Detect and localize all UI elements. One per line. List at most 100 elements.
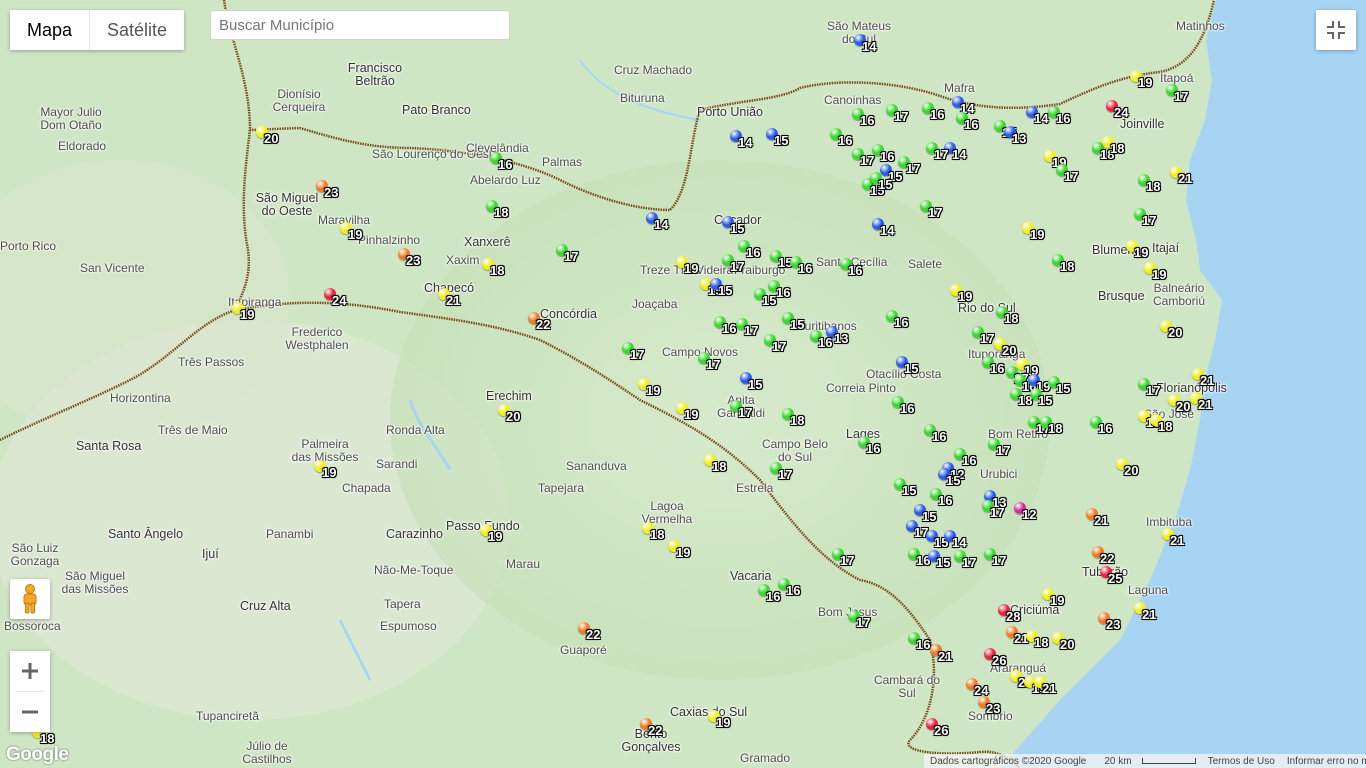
station-marker[interactable]: 16 [886, 310, 916, 340]
station-marker[interactable]: 17 [988, 438, 1018, 468]
station-marker[interactable]: 17 [832, 548, 862, 578]
station-marker[interactable]: 17 [1056, 164, 1086, 194]
station-marker[interactable]: 19 [1130, 70, 1160, 100]
station-marker[interactable]: 16 [1090, 416, 1120, 446]
station-marker[interactable]: 24 [324, 288, 354, 318]
station-marker[interactable]: 14 [872, 218, 902, 248]
station-marker[interactable]: 19 [1022, 222, 1052, 252]
station-marker[interactable]: 17 [764, 334, 794, 364]
station-marker[interactable]: 15 [754, 288, 784, 318]
station-marker[interactable]: 18 [1052, 254, 1082, 284]
station-marker[interactable]: 16 [840, 258, 870, 288]
station-marker[interactable]: 16 [490, 152, 520, 182]
station-marker[interactable]: 17 [926, 142, 956, 172]
station-marker[interactable]: 15 [870, 172, 900, 202]
station-marker[interactable]: 17 [984, 548, 1014, 578]
station-marker[interactable]: 15 [710, 278, 740, 308]
station-marker[interactable]: 18 [1150, 414, 1180, 444]
station-marker[interactable]: 21 [1134, 602, 1164, 632]
station-marker[interactable]: 17 [736, 318, 766, 348]
station-marker[interactable]: 17 [982, 500, 1012, 530]
station-marker[interactable]: 19 [232, 302, 262, 332]
station-marker[interactable]: 26 [926, 718, 956, 748]
station-marker[interactable]: 16 [956, 112, 986, 142]
station-marker[interactable]: 16 [892, 396, 922, 426]
station-marker[interactable]: 13 [1004, 126, 1034, 156]
map-canvas[interactable]: Francisco Beltrão Pato Branco Cruz Machado… [0, 0, 1366, 768]
station-marker[interactable]: 23 [1098, 612, 1128, 642]
fullscreen-button[interactable] [1316, 10, 1356, 50]
station-marker[interactable]: 17 [1134, 208, 1164, 238]
station-marker[interactable]: 17 [848, 610, 878, 640]
station-marker[interactable]: 21 [438, 288, 468, 318]
google-logo[interactable]: Google [6, 744, 69, 766]
map-type-map-button[interactable]: Mapa [10, 10, 90, 50]
station-marker[interactable]: 19 [638, 378, 668, 408]
station-marker[interactable]: 16 [924, 424, 954, 454]
station-marker[interactable]: 21 [930, 644, 960, 674]
station-marker[interactable]: 21 [1190, 392, 1220, 422]
station-marker[interactable]: 15 [740, 372, 770, 402]
station-marker[interactable]: 14 [854, 34, 884, 64]
station-marker[interactable]: 12 [1014, 502, 1044, 532]
station-marker[interactable]: 17 [770, 462, 800, 492]
station-marker[interactable]: 20 [1116, 458, 1146, 488]
station-marker[interactable]: 16 [858, 436, 888, 466]
map-type-satellite-button[interactable]: Satélite [90, 10, 185, 50]
station-marker[interactable]: 17 [622, 342, 652, 372]
station-marker[interactable]: 19 [950, 284, 980, 314]
station-marker[interactable]: 20 [1160, 320, 1190, 350]
report-error-link[interactable]: Informar erro no mapa [1281, 756, 1366, 767]
station-marker[interactable]: 22 [528, 312, 558, 342]
station-marker[interactable]: 20 [256, 126, 286, 156]
station-marker[interactable]: 18 [1102, 136, 1132, 166]
terms-link[interactable]: Termos de Uso [1202, 756, 1281, 767]
station-marker[interactable]: 23 [316, 180, 346, 210]
station-marker[interactable]: 24 [1106, 100, 1136, 130]
station-marker[interactable]: 19 [314, 460, 344, 490]
station-marker[interactable]: 21 [1034, 676, 1064, 706]
station-marker[interactable]: 18 [486, 200, 516, 230]
station-marker[interactable]: 22 [640, 718, 670, 748]
street-view-pegman-button[interactable] [10, 579, 50, 619]
station-marker[interactable]: 17 [730, 400, 760, 430]
station-marker[interactable]: 17 [954, 550, 984, 580]
station-marker[interactable]: 16 [810, 330, 840, 360]
zoom-out-button[interactable] [10, 692, 50, 732]
station-marker[interactable]: 18 [482, 258, 512, 288]
station-marker[interactable]: 25 [1100, 566, 1130, 596]
station-marker[interactable]: 21 [1086, 508, 1116, 538]
station-marker[interactable]: 18 [782, 408, 812, 438]
station-marker[interactable]: 14 [646, 212, 676, 242]
station-marker[interactable]: 16 [1048, 106, 1078, 136]
station-marker[interactable]: 19 [340, 222, 370, 252]
map-attribution[interactable]: Dados cartográficos ©2020 Google [924, 756, 1092, 767]
station-marker[interactable]: 17 [556, 244, 586, 274]
municipality-search-input[interactable] [210, 10, 510, 40]
station-marker[interactable]: 19 [668, 540, 698, 570]
station-marker[interactable]: 15 [1030, 388, 1060, 418]
station-marker[interactable]: 17 [886, 104, 916, 134]
station-marker[interactable]: 18 [1040, 416, 1070, 446]
station-marker[interactable]: 16 [922, 102, 952, 132]
station-marker[interactable]: 17 [1166, 84, 1196, 114]
map-scale[interactable]: 20 km [1092, 756, 1201, 767]
station-marker[interactable]: 16 [778, 578, 808, 608]
station-marker[interactable]: 17 [698, 352, 728, 382]
station-marker[interactable]: 21 [1162, 528, 1192, 558]
station-marker[interactable]: 18 [704, 454, 734, 484]
station-marker[interactable]: 19 [708, 710, 738, 740]
station-marker[interactable]: 22 [578, 622, 608, 652]
station-marker[interactable]: 20 [498, 404, 528, 434]
station-marker[interactable]: 19 [480, 524, 510, 554]
station-marker[interactable]: 19 [1144, 262, 1174, 292]
station-marker[interactable]: 23 [978, 696, 1008, 726]
zoom-in-button[interactable] [10, 651, 50, 691]
station-marker[interactable]: 15 [896, 356, 926, 386]
station-marker[interactable]: 18 [1138, 174, 1168, 204]
station-marker[interactable]: 14 [730, 130, 760, 160]
station-marker[interactable]: 19 [676, 402, 706, 432]
station-marker[interactable]: 19 [1042, 588, 1072, 618]
station-marker[interactable]: 23 [398, 248, 428, 278]
station-marker[interactable]: 20 [1052, 632, 1082, 662]
